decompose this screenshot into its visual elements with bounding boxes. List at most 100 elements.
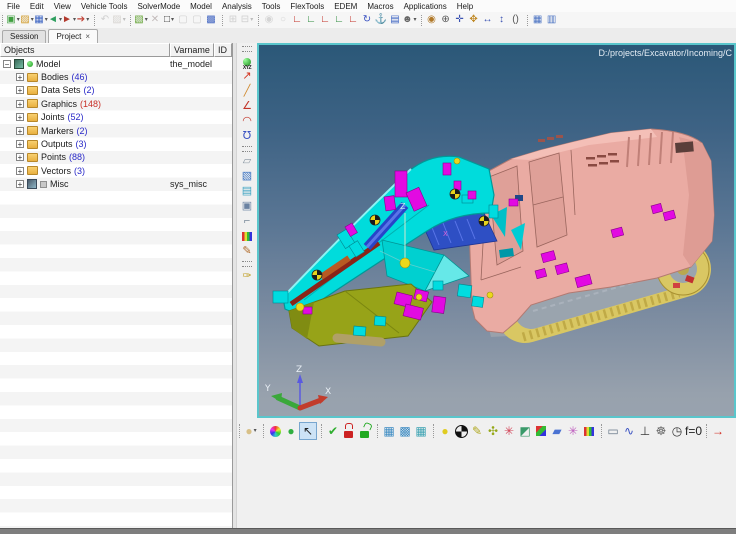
expander-icon[interactable]: +: [16, 86, 24, 95]
corner-tool-icon[interactable]: ⌐: [239, 214, 255, 229]
translate-view-icon[interactable]: ✛: [453, 13, 467, 27]
tree-row-model[interactable]: − Model the_model: [0, 57, 232, 70]
polyline-tool-icon[interactable]: ∠: [239, 99, 255, 114]
pencil-sphere-icon[interactable]: ✎: [239, 244, 255, 259]
view-layout-2-icon[interactable]: ▩: [397, 423, 413, 439]
plane-tool-icon[interactable]: ▱: [239, 154, 255, 169]
measure-ruler-icon[interactable]: [239, 229, 255, 244]
menu-model[interactable]: Model: [185, 1, 217, 12]
spring-damper-icon[interactable]: ∿: [621, 423, 637, 439]
tree-row-bodies[interactable]: + Bodies (46): [0, 70, 232, 83]
view-layout-1-icon[interactable]: ▦: [381, 423, 397, 439]
expander-icon[interactable]: −: [3, 59, 11, 68]
joint-tool-icon[interactable]: ⊥: [637, 423, 653, 439]
pan-view-icon[interactable]: ✥: [467, 13, 481, 27]
expander-icon[interactable]: +: [16, 99, 24, 108]
cascade-windows-icon[interactable]: ▥: [545, 13, 559, 27]
inertia-marker-icon[interactable]: [453, 423, 469, 439]
menu-view[interactable]: View: [49, 1, 76, 12]
tab-project[interactable]: Project ×: [48, 29, 99, 43]
new-window-icon[interactable]: ▧ ▾: [134, 13, 148, 27]
menu-applications[interactable]: Applications: [399, 1, 452, 12]
line-tool-icon[interactable]: ╱: [239, 84, 255, 99]
import-file-icon[interactable]: ◄ ▾: [48, 13, 62, 27]
stopwatch-icon[interactable]: ◷: [669, 423, 685, 439]
view-rotate-icon[interactable]: ↻: [360, 13, 374, 27]
render-mode-icon[interactable]: ● ▾: [243, 423, 259, 439]
tree-row-outputs[interactable]: + Outputs (3): [0, 137, 232, 150]
view-layout-3-icon[interactable]: ▦: [413, 423, 429, 439]
verify-check-icon[interactable]: ✔: [325, 423, 341, 439]
tile-windows-icon[interactable]: ▦: [531, 13, 545, 27]
menu-help[interactable]: Help: [452, 1, 478, 12]
view-front-icon[interactable]: ∟: [290, 13, 304, 27]
run-arrow-icon[interactable]: →: [710, 423, 726, 439]
asterisk-marker-icon[interactable]: ✳: [565, 423, 581, 439]
menu-macros[interactable]: Macros: [362, 1, 398, 12]
shaded-mode-icon[interactable]: ●: [283, 423, 299, 439]
tab-session[interactable]: Session: [2, 30, 47, 43]
tree-row-points[interactable]: + Points (88): [0, 151, 232, 164]
view-part-icon[interactable]: ▣: [239, 199, 255, 214]
render-settings-icon[interactable]: ▧: [239, 169, 255, 184]
lock-closed-icon[interactable]: [341, 423, 357, 439]
menu-vehicle-tools[interactable]: Vehicle Tools: [76, 1, 133, 12]
vehicle-tool-icon[interactable]: ▭: [605, 423, 621, 439]
sweep-tool-icon[interactable]: ✑: [239, 269, 255, 284]
expander-icon[interactable]: +: [16, 113, 24, 122]
view-anchor-icon[interactable]: ⚓: [374, 13, 388, 27]
column-header-objects[interactable]: Objects: [0, 43, 170, 57]
render-page-icon[interactable]: ▤: [388, 13, 402, 27]
tree-row-misc[interactable]: + Misc sys_misc: [0, 178, 232, 191]
force-zero-icon[interactable]: f=0: [685, 423, 702, 439]
expander-icon[interactable]: +: [16, 73, 24, 82]
fit-horizontal-icon[interactable]: ↔: [481, 13, 495, 27]
export-video-icon[interactable]: ➔ ▾: [76, 13, 90, 27]
expander-icon[interactable]: +: [16, 126, 24, 135]
point-xyz-icon[interactable]: XYZ: [239, 54, 255, 71]
view-right-icon[interactable]: ∟: [304, 13, 318, 27]
tree-row-joints[interactable]: + Joints (52): [0, 111, 232, 124]
tree-row-data-sets[interactable]: + Data Sets (2): [0, 84, 232, 97]
open-model-icon[interactable]: ▨ ▾: [20, 13, 34, 27]
propeller-marker-icon[interactable]: ✣: [485, 423, 501, 439]
tree-row-markers[interactable]: + Markers (2): [0, 124, 232, 137]
color-wheel-icon[interactable]: [267, 423, 283, 439]
column-header-varname[interactable]: Varname: [170, 43, 214, 57]
toolbar-drag-handle[interactable]: [242, 261, 252, 267]
3d-viewport[interactable]: D:/projects/Excavator/Incoming/C Z X Z Y…: [257, 43, 736, 418]
view-top-icon[interactable]: ∟: [318, 13, 332, 27]
view-bottom-icon[interactable]: ∟: [346, 13, 360, 27]
menu-edit[interactable]: Edit: [25, 1, 49, 12]
menu-tools[interactable]: Tools: [257, 1, 286, 12]
save-model-icon[interactable]: ▦ ▾: [34, 13, 48, 27]
menu-flextools[interactable]: FlexTools: [285, 1, 329, 12]
gear-tool-icon[interactable]: ☸: [653, 423, 669, 439]
screen-capture-icon[interactable]: ▩: [204, 13, 218, 27]
lock-open-icon[interactable]: [357, 423, 373, 439]
color-bars-icon[interactable]: [581, 423, 597, 439]
blue-plane-icon[interactable]: ▰: [549, 423, 565, 439]
sphere-marker-icon[interactable]: ●: [437, 423, 453, 439]
tree-row-graphics[interactable]: + Graphics (148): [0, 97, 232, 110]
view-iso-icon[interactable]: ∟: [332, 13, 346, 27]
arrow-marker-icon[interactable]: ↗: [239, 69, 255, 84]
perspective-icon[interactable]: (): [509, 13, 523, 27]
zoom-dynamic-icon[interactable]: ◉: [425, 13, 439, 27]
select-rectangle-icon[interactable]: □ ▾: [162, 13, 176, 27]
browser-person-icon[interactable]: ☻ ▾: [402, 13, 417, 27]
appearance-monitor-icon[interactable]: ▤: [239, 184, 255, 199]
toolbar-drag-handle[interactable]: [242, 46, 252, 52]
column-header-id[interactable]: ID: [214, 43, 232, 57]
rgb-cube-icon[interactable]: [533, 423, 549, 439]
menu-solvermode[interactable]: SolverMode: [132, 1, 185, 12]
close-project-tab-icon[interactable]: ×: [85, 32, 90, 41]
menu-analysis[interactable]: Analysis: [217, 1, 257, 12]
expander-icon[interactable]: +: [16, 153, 24, 162]
fit-vertical-icon[interactable]: ↕: [495, 13, 509, 27]
pencil-dart-icon[interactable]: ✎: [469, 423, 485, 439]
plane-stack-icon[interactable]: ◩: [517, 423, 533, 439]
expander-icon[interactable]: +: [16, 180, 24, 189]
new-model-icon[interactable]: ▣ ▾: [6, 13, 20, 27]
arc-tool-icon[interactable]: ◠: [239, 114, 255, 129]
